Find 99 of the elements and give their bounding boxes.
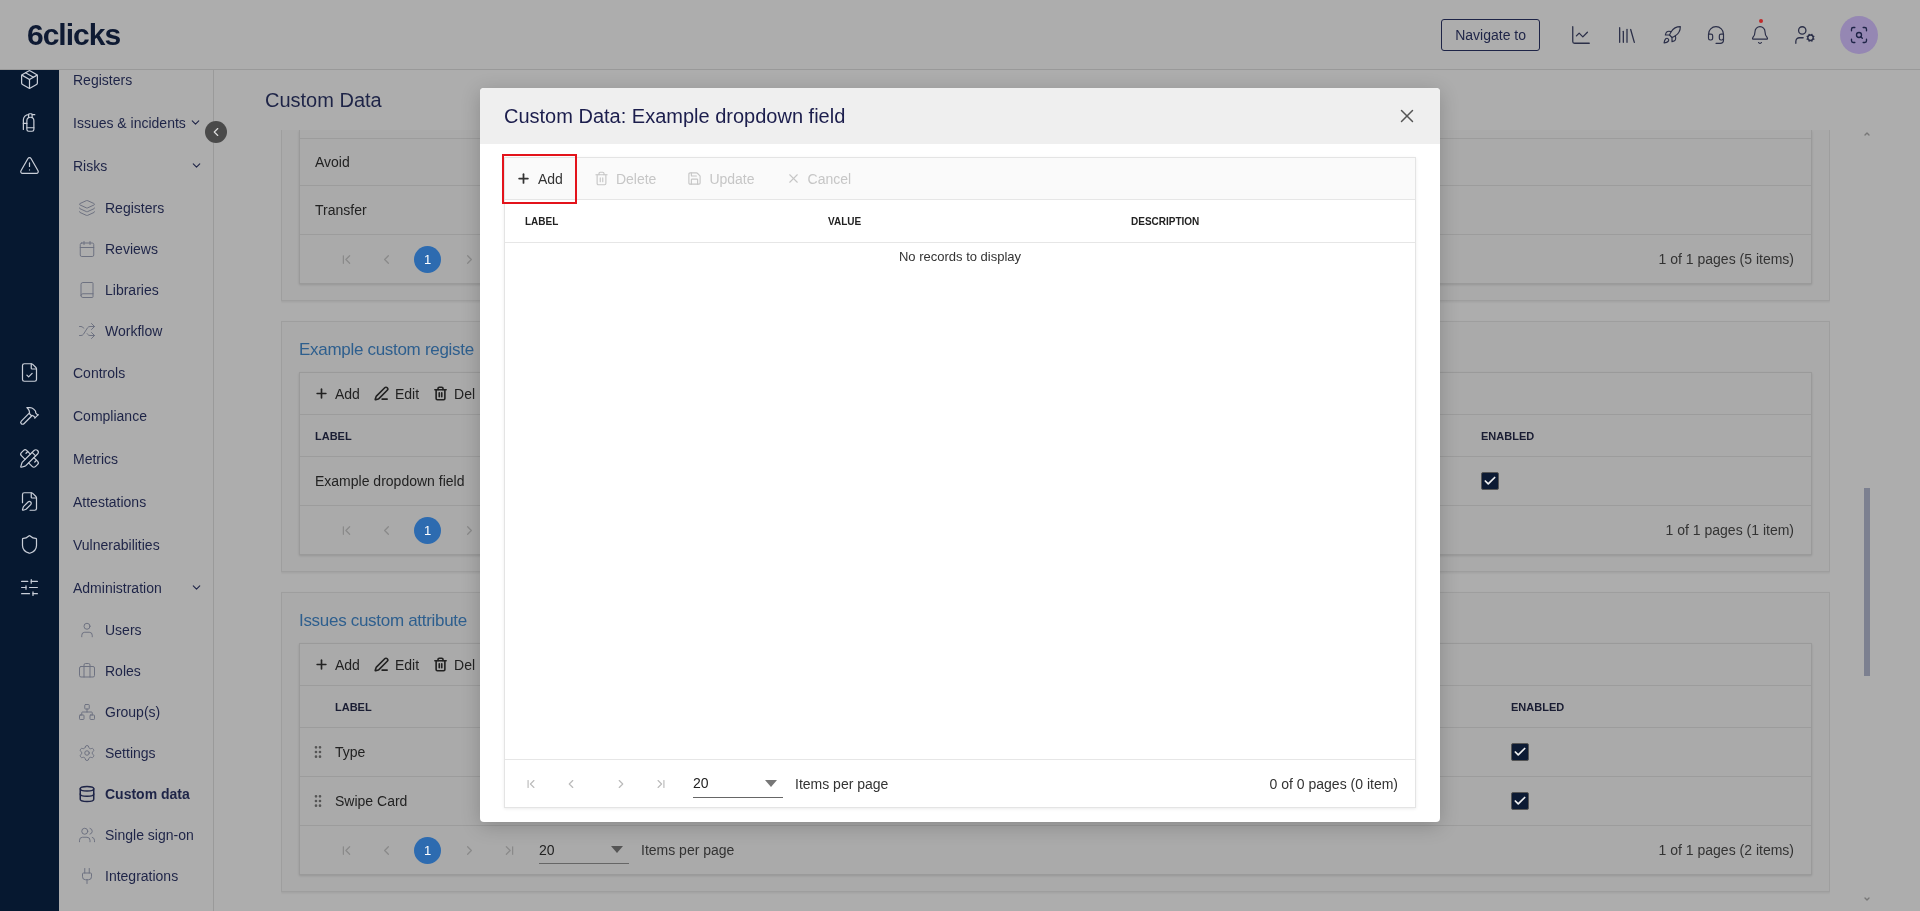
- file-check-icon[interactable]: [19, 362, 40, 383]
- page-button[interactable]: 1: [414, 516, 441, 544]
- save-icon: [687, 171, 703, 186]
- hierarchy-icon: [78, 702, 96, 721]
- avatar[interactable]: [1840, 15, 1878, 54]
- column-header: VALUE: [827, 215, 863, 227]
- items-per-page-label: Items per page: [641, 842, 735, 858]
- logo[interactable]: 6clicks: [27, 17, 121, 52]
- page-title: Custom Data: [265, 88, 382, 112]
- checkbox[interactable]: [1511, 792, 1529, 810]
- shuffle-icon: [78, 321, 96, 340]
- nav-item[interactable]: Metrics: [59, 437, 203, 480]
- items-per-page-label: Items per page: [795, 775, 889, 792]
- nav-item[interactable]: Single sign-on: [59, 814, 203, 855]
- check-icon: [1513, 794, 1527, 808]
- pen-icon: [373, 386, 389, 401]
- table-cell-text: Type: [335, 744, 367, 760]
- headset-icon[interactable]: [1706, 24, 1726, 45]
- check-icon: [1513, 745, 1527, 759]
- table-cell-text: Example dropdown field: [314, 473, 466, 489]
- calendar-icon: [78, 239, 96, 258]
- nav-item[interactable]: Settings: [59, 732, 203, 773]
- nav-item[interactable]: Attestations: [59, 480, 203, 523]
- trash-icon: [433, 386, 449, 401]
- column-header: ENABLED: [1510, 699, 1566, 715]
- nav-item[interactable]: Custom data: [59, 773, 203, 814]
- edit-button[interactable]: Edit: [373, 385, 420, 402]
- plus-icon: [516, 171, 531, 186]
- rocket-icon[interactable]: [1662, 24, 1682, 45]
- scan-search-icon: [1849, 24, 1869, 45]
- card-title: Issues custom attribute: [299, 610, 468, 632]
- document-pen-icon[interactable]: [19, 491, 40, 512]
- pager-summary: 1 of 1 pages (1 item): [1665, 522, 1794, 538]
- column-header: LABEL: [314, 428, 353, 444]
- plus-icon: [314, 386, 329, 401]
- card-title: Example custom registe: [299, 339, 475, 361]
- pager-summary: 1 of 1 pages (2 items): [1658, 842, 1794, 858]
- checkbox[interactable]: [1481, 472, 1499, 490]
- add-button[interactable]: Add: [314, 656, 360, 673]
- delete-button[interactable]: Del: [433, 656, 476, 673]
- delete-button[interactable]: Del: [433, 385, 476, 402]
- layers-icon: [78, 198, 96, 217]
- nav-item[interactable]: Administration: [59, 566, 203, 609]
- nav-item[interactable]: Workflow: [59, 310, 203, 351]
- pager-summary: 0 of 0 pages (0 item): [1269, 775, 1398, 792]
- book-icon: [78, 280, 96, 299]
- column-header: LABEL: [335, 699, 373, 715]
- edit-button[interactable]: Edit: [373, 656, 420, 673]
- dialog-title: Custom Data: Example dropdown field: [504, 104, 846, 128]
- pen-icon: [373, 657, 389, 672]
- check-icon: [1483, 474, 1497, 488]
- trash-icon: [593, 171, 609, 186]
- empty-message: No records to display: [898, 249, 1022, 264]
- page-button[interactable]: 1: [414, 245, 441, 273]
- nav-item[interactable]: Reviews: [59, 228, 203, 269]
- collapse-button[interactable]: [205, 121, 227, 143]
- nav-item[interactable]: Controls: [59, 351, 203, 394]
- pencil-ruler-icon[interactable]: [19, 448, 40, 469]
- user-icon: [78, 620, 96, 639]
- shield-icon[interactable]: [19, 534, 40, 555]
- users-icon: [78, 825, 96, 844]
- nav-item[interactable]: Integrations: [59, 855, 203, 896]
- chart-icon[interactable]: [1570, 23, 1592, 46]
- nav-item[interactable]: Issues & incidents: [59, 101, 203, 144]
- sliders-icon[interactable]: [19, 577, 40, 598]
- column-header: DESCRIPTION: [1130, 215, 1201, 227]
- column-header: ENABLED: [1480, 428, 1536, 444]
- user-settings-icon[interactable]: [1794, 23, 1816, 46]
- database-icon: [78, 784, 96, 803]
- page-size-select[interactable]: 20: [539, 836, 629, 864]
- caret-icon[interactable]: [611, 846, 623, 853]
- briefcase-icon: [78, 661, 96, 680]
- add-button[interactable]: Add: [502, 153, 577, 204]
- column-header: LABEL: [524, 215, 560, 227]
- nav-item[interactable]: Libraries: [59, 269, 203, 310]
- table-cell-text: Swipe Card: [335, 793, 409, 809]
- warning-icon[interactable]: [19, 155, 40, 176]
- trash-icon: [433, 657, 449, 672]
- pager-summary: 1 of 1 pages (5 items): [1658, 251, 1794, 267]
- table-cell-text: Transfer: [314, 202, 368, 218]
- nav-item[interactable]: Compliance: [59, 394, 203, 437]
- table-cell-text: Avoid: [314, 154, 351, 170]
- nav-item[interactable]: Roles: [59, 650, 203, 691]
- plus-icon: [314, 657, 329, 672]
- nav-item[interactable]: Users: [59, 609, 203, 650]
- nav-item[interactable]: Risks: [59, 144, 203, 187]
- nav-item[interactable]: Vulnerabilities: [59, 523, 203, 566]
- navigate-button[interactable]: Navigate to: [1441, 18, 1540, 51]
- settings-icon: [78, 743, 96, 762]
- add-button[interactable]: Add: [314, 385, 360, 402]
- nav-item[interactable]: Registers: [59, 70, 203, 101]
- page-size-select[interactable]: 20: [693, 769, 783, 798]
- nav-item[interactable]: Group(s): [59, 691, 203, 732]
- checkbox[interactable]: [1511, 743, 1529, 761]
- page-button[interactable]: 1: [414, 836, 441, 864]
- caret-icon[interactable]: [765, 779, 777, 787]
- nav-item[interactable]: Registers: [59, 187, 203, 228]
- box-icon[interactable]: [19, 70, 40, 90]
- hammer-icon[interactable]: [19, 405, 40, 426]
